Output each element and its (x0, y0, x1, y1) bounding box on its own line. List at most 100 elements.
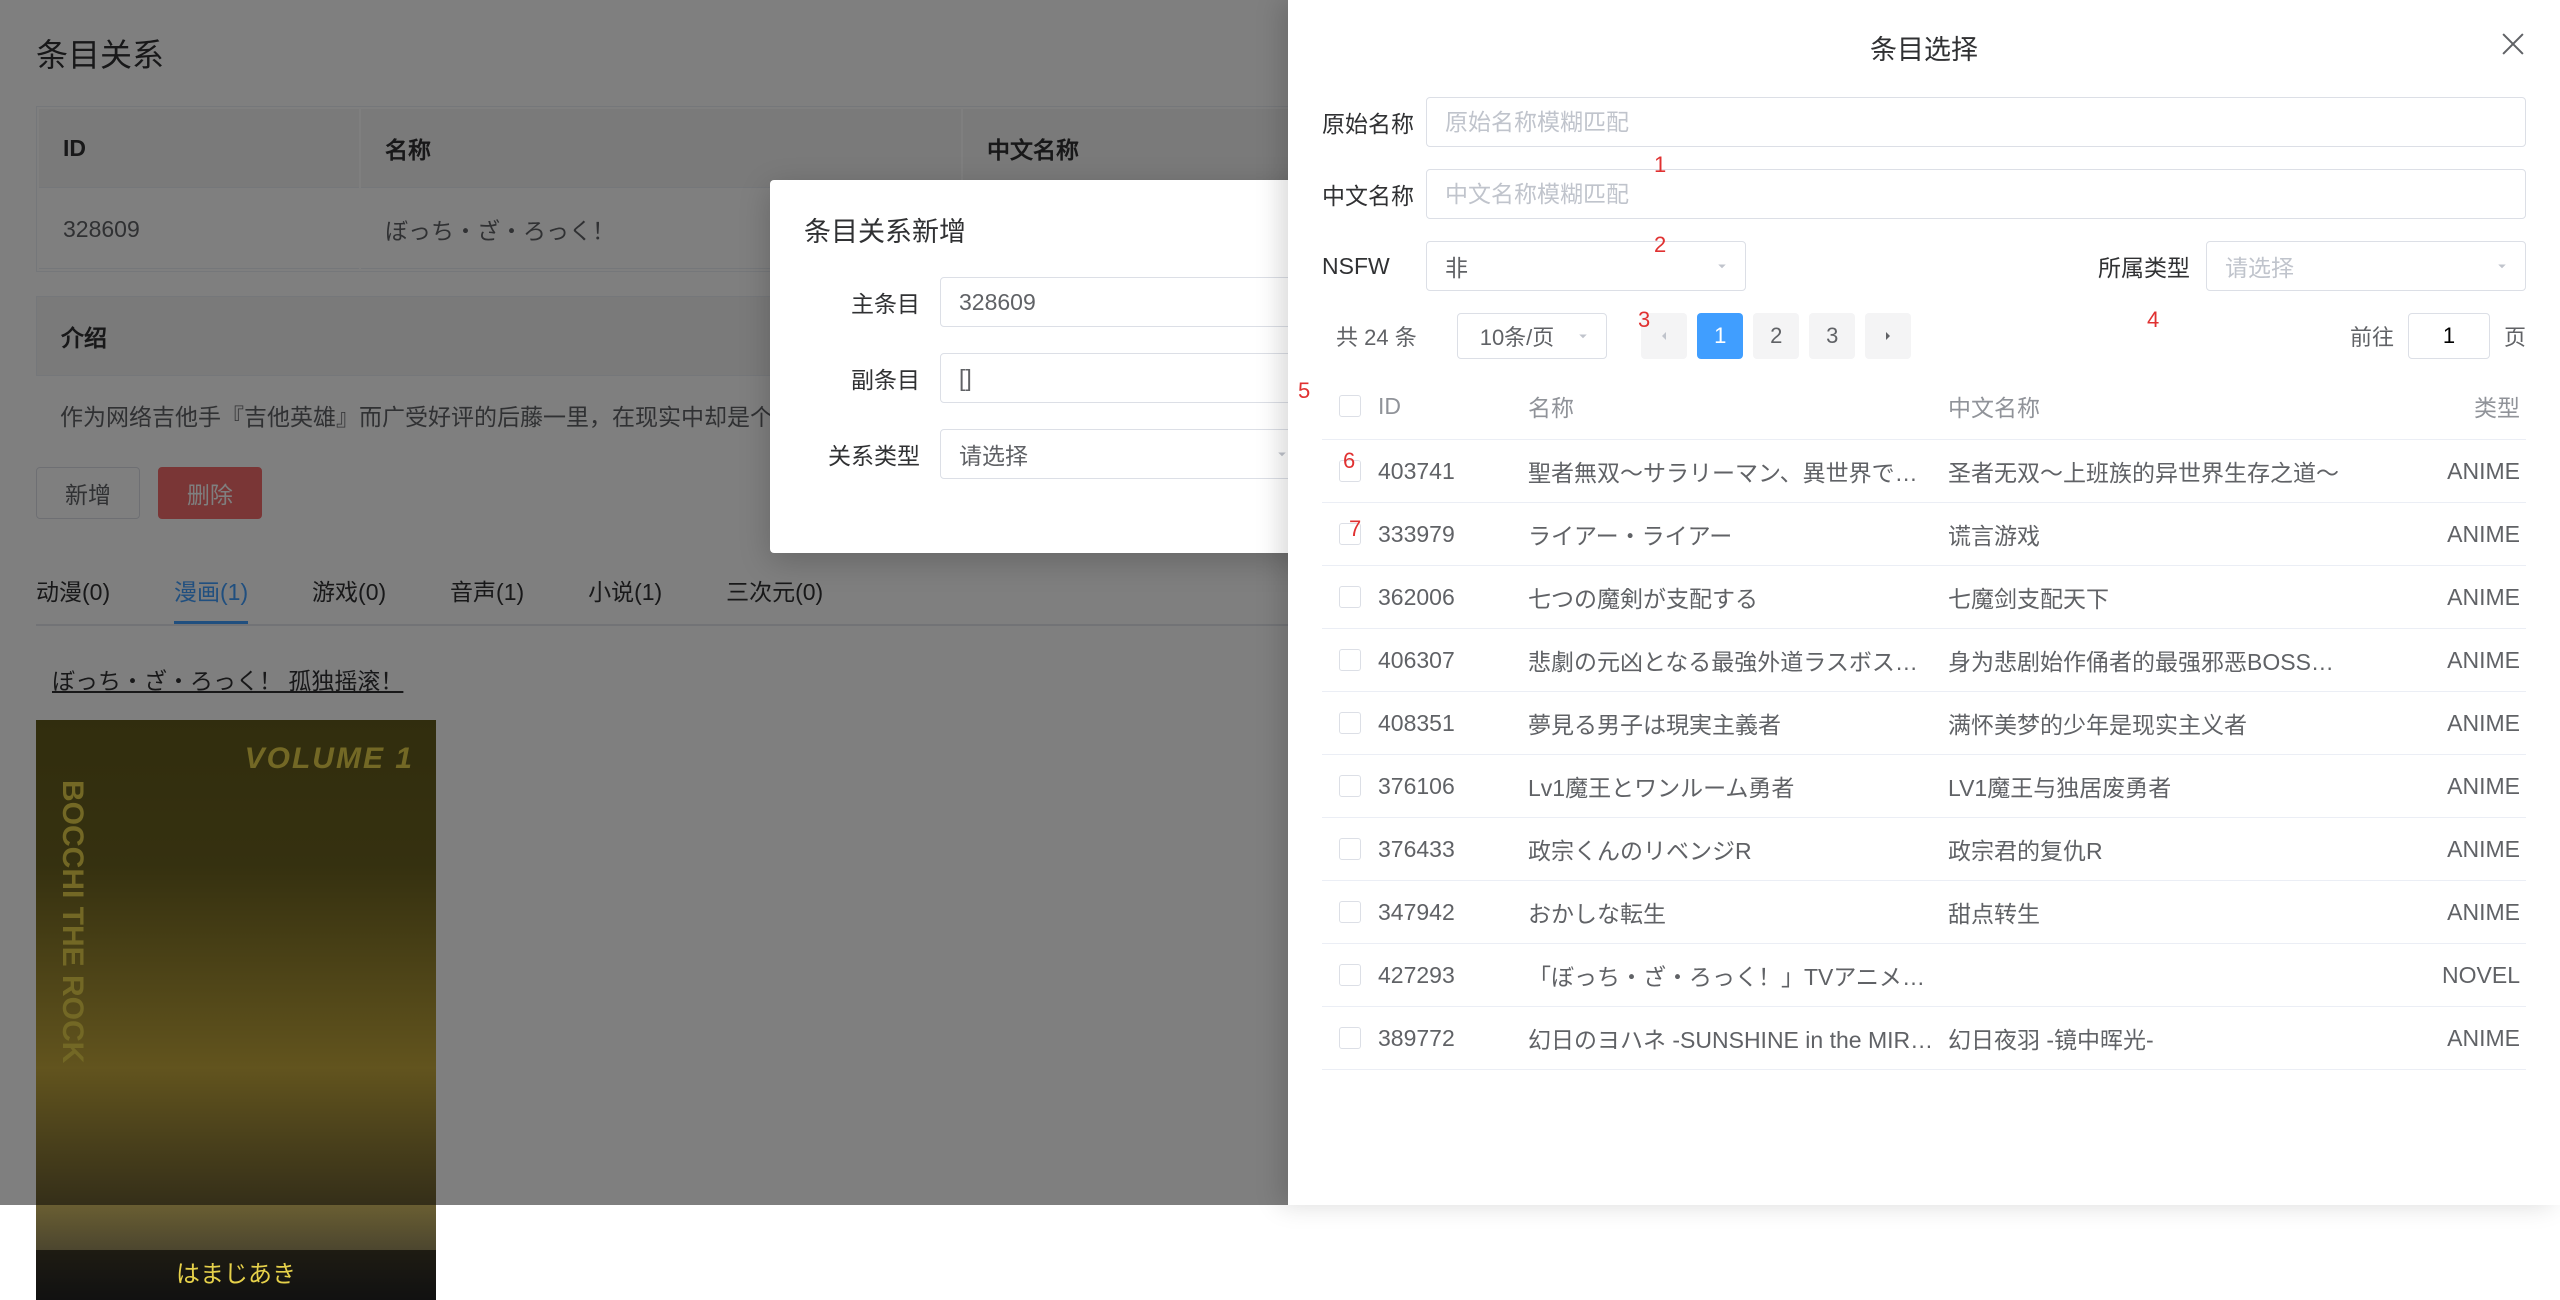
row-id: 408351 (1378, 710, 1528, 737)
add-relation-modal: 条目关系新增 主条目 328609 副条目 [] 关系类型 请选择 (770, 180, 1350, 553)
table-row[interactable]: 333979ライアー・ライアー谎言游戏ANIME (1322, 503, 2526, 566)
nsfw-label: NSFW (1322, 253, 1426, 280)
row-id: 376106 (1378, 773, 1528, 800)
row-name: 「ぼっち・ざ・ろっく！」TVアニメ公… (1528, 958, 1948, 992)
table-row[interactable]: 406307悲劇の元凶となる最強外道ラスボス女…身为悲剧始作俑者的最强邪恶BOS… (1322, 629, 2526, 692)
row-type: ANIME (2368, 710, 2526, 737)
table-row[interactable]: 347942おかしな転生甜点转生ANIME (1322, 881, 2526, 944)
row-cn: 谎言游戏 (1948, 517, 2368, 551)
table-row[interactable]: 362006七つの魔剣が支配する七魔剑支配天下ANIME (1322, 566, 2526, 629)
col-type: 类型 (2368, 389, 2526, 423)
row-name: 政宗くんのリベンジR (1528, 832, 1948, 866)
row-checkbox[interactable] (1339, 649, 1361, 671)
sub-entry-input[interactable]: [] (940, 353, 1310, 403)
type-filter-select[interactable]: 请选择 (2206, 241, 2526, 291)
row-name: 七つの魔剣が支配する (1528, 580, 1948, 614)
row-id: 427293 (1378, 962, 1528, 989)
row-id: 406307 (1378, 647, 1528, 674)
cover-author: はまじあき (36, 1250, 436, 1300)
row-id: 333979 (1378, 521, 1528, 548)
row-checkbox[interactable] (1339, 523, 1361, 545)
relation-type-label: 关系类型 (770, 437, 940, 471)
row-name: Lv1魔王とワンルーム勇者 (1528, 769, 1948, 803)
row-cn: 身为悲剧始作俑者的最强邪恶BOSS女… (1948, 643, 2368, 677)
goto-page: 前往 页 (2350, 313, 2526, 359)
col-name: 名称 (1528, 389, 1948, 423)
total-count: 共 24 条 (1336, 320, 1417, 352)
chevron-down-icon (2493, 257, 2511, 275)
row-id: 347942 (1378, 899, 1528, 926)
col-id: ID (1378, 393, 1528, 420)
row-name: 悲劇の元凶となる最強外道ラスボス女… (1528, 643, 1948, 677)
relation-type-select[interactable]: 请选择 (940, 429, 1310, 479)
row-cn: 幻日夜羽 -镜中晖光- (1948, 1021, 2368, 1055)
row-type: ANIME (2368, 773, 2526, 800)
row-checkbox[interactable] (1339, 1027, 1361, 1049)
table-row[interactable]: 376433政宗くんのリベンジR政宗君的复仇RANIME (1322, 818, 2526, 881)
nsfw-select[interactable]: 非 (1426, 241, 1746, 291)
row-cn: 满怀美梦的少年是现实主义者 (1948, 706, 2368, 740)
cn-name-label: 中文名称 (1322, 177, 1426, 211)
table-row[interactable]: 408351夢見る男子は現実主義者满怀美梦的少年是现实主义者ANIME (1322, 692, 2526, 755)
row-type: ANIME (2368, 836, 2526, 863)
original-name-label: 原始名称 (1322, 105, 1426, 139)
row-checkbox[interactable] (1339, 964, 1361, 986)
chevron-down-icon (1574, 327, 1592, 345)
type-filter-value: 请选择 (2225, 249, 2294, 283)
row-checkbox[interactable] (1339, 775, 1361, 797)
next-page-button[interactable] (1865, 313, 1911, 359)
row-checkbox[interactable] (1339, 838, 1361, 860)
page-1-button[interactable]: 1 (1697, 313, 1743, 359)
row-type: ANIME (2368, 521, 2526, 548)
chevron-down-icon (1713, 257, 1731, 275)
table-row[interactable]: 376106Lv1魔王とワンルーム勇者LV1魔王与独居废勇者ANIME (1322, 755, 2526, 818)
drawer-title: 条目选择 (1870, 35, 1978, 65)
row-cn: LV1魔王与独居废勇者 (1948, 769, 2368, 803)
row-name: 夢見る男子は現実主義者 (1528, 706, 1948, 740)
cn-name-input[interactable] (1426, 169, 2526, 219)
row-type: ANIME (2368, 899, 2526, 926)
row-checkbox[interactable] (1339, 586, 1361, 608)
page-size-value: 10条/页 (1480, 320, 1555, 352)
row-checkbox[interactable] (1339, 712, 1361, 734)
sub-entry-label: 副条目 (770, 361, 940, 395)
row-name: おかしな転生 (1528, 895, 1948, 929)
select-all-checkbox[interactable] (1339, 395, 1361, 417)
type-filter-label: 所属类型 (2086, 249, 2206, 283)
row-id: 389772 (1378, 1025, 1528, 1052)
table-row[interactable]: 389772幻日のヨハネ -SUNSHINE in the MIR…幻日夜羽 -… (1322, 1007, 2526, 1070)
row-type: ANIME (2368, 647, 2526, 674)
col-cn: 中文名称 (1948, 389, 2368, 423)
goto-page-input[interactable] (2408, 313, 2490, 359)
relation-type-value: 请选择 (959, 437, 1028, 471)
main-entry-input[interactable]: 328609 (940, 277, 1310, 327)
row-cn: 甜点转生 (1948, 895, 2368, 929)
goto-post: 页 (2504, 320, 2526, 352)
table-row[interactable]: 403741聖者無双～サラリーマン、異世界で生…圣者无双～上班族的异世界生存之道… (1322, 440, 2526, 503)
row-id: 403741 (1378, 458, 1528, 485)
table-header: ID 名称 中文名称 类型 (1322, 373, 2526, 440)
table-row[interactable]: 427293「ぼっち・ざ・ろっく！」TVアニメ公… NOVEL (1322, 944, 2526, 1007)
row-cn: 政宗君的复仇R (1948, 832, 2368, 866)
row-checkbox[interactable] (1339, 460, 1361, 482)
row-type: NOVEL (2368, 962, 2526, 989)
entry-select-drawer: 条目选择 原始名称 中文名称 NSFW 非 所属类型 请选择 (1288, 0, 2560, 1205)
modal-title: 条目关系新增 (770, 180, 1350, 277)
main-entry-label: 主条目 (770, 285, 940, 319)
close-icon[interactable] (2498, 28, 2530, 60)
results-table: ID 名称 中文名称 类型 403741聖者無双～サラリーマン、異世界で生…圣者… (1322, 373, 2526, 1070)
row-name: ライアー・ライアー (1528, 517, 1948, 551)
goto-pre: 前往 (2350, 320, 2394, 352)
pagination: 共 24 条 10条/页 1 2 3 前往 页 (1322, 313, 2526, 359)
page-2-button[interactable]: 2 (1753, 313, 1799, 359)
row-type: ANIME (2368, 1025, 2526, 1052)
nsfw-value: 非 (1445, 249, 1468, 283)
row-type: ANIME (2368, 584, 2526, 611)
original-name-input[interactable] (1426, 97, 2526, 147)
chevron-right-icon (1880, 328, 1896, 344)
row-checkbox[interactable] (1339, 901, 1361, 923)
page-size-select[interactable]: 10条/页 (1457, 313, 1608, 359)
prev-page-button[interactable] (1641, 313, 1687, 359)
page-3-button[interactable]: 3 (1809, 313, 1855, 359)
chevron-left-icon (1656, 328, 1672, 344)
